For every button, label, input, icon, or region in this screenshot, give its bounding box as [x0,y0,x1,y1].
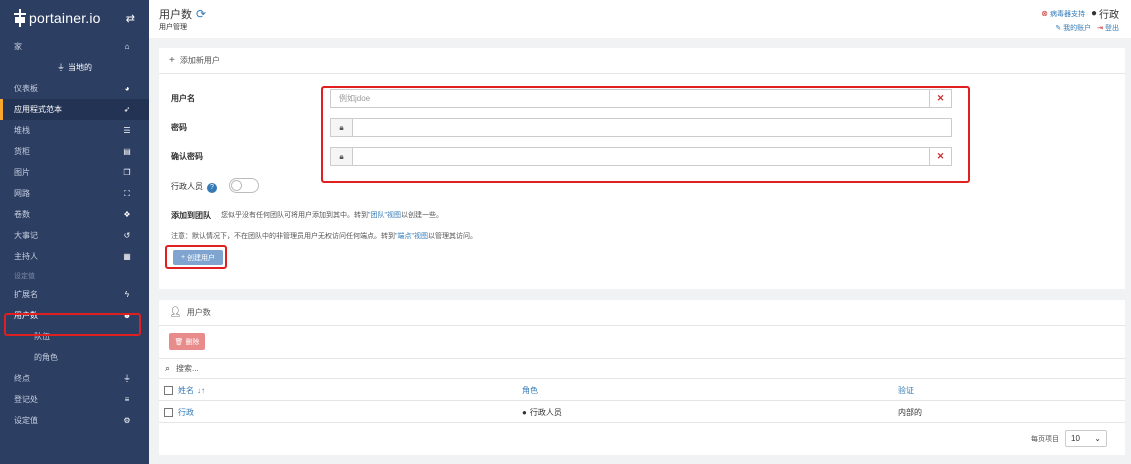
sidebar-item-endpoints[interactable]: 终点 ⏚ [0,368,149,389]
sidebar-item-stacks[interactable]: 堆栈 ☰ [0,120,149,141]
endpoints-view-link[interactable]: "端点"视图 [395,233,428,240]
search-bar[interactable]: ⌕ 搜索... [159,358,1125,379]
list-icon: ☰ [123,126,131,135]
sidebar-item-containers[interactable]: 货柜 ▤ [0,141,149,162]
add-user-panel-header: + 添加新用户 [159,48,1125,74]
user-role: ● 行政人员 [522,407,562,417]
remove-button[interactable]: 🗑︎ 删除 [169,333,205,350]
team-note: 您似乎没有任何团队可将用户添加到其中。转到"团队"视图以创建一些。 [221,212,443,219]
sidebar-item-settings[interactable]: 设定值 ⚙ [0,410,149,431]
rocket-icon: ➶ [123,105,131,114]
column-header-role[interactable]: 角色 [522,385,898,396]
th-icon: ▦ [123,252,131,261]
user-auth: 内部的 [898,407,922,417]
sidebar-section-settings: 设定值 [14,272,35,280]
user-circle-icon: ● [522,407,527,417]
header-user-area: ⊗ 病毒器支持 ● 行政 ✎ 我的账户 ⇥ 登出 [1041,6,1119,33]
row-checkbox[interactable] [164,407,173,417]
select-all-checkbox[interactable] [164,385,173,395]
dashboard-icon: ◕ [124,84,130,93]
administrator-toggle[interactable] [229,178,259,193]
top-header: 用户数 ⟳ 用户管理 ⊗ 病毒器支持 ● 行政 ✎ 我的账户 ⇥ 登出 [149,0,1131,38]
cogs-icon: ⚙ [123,416,131,425]
bolt-icon: ϟ [124,290,130,299]
sign-out-icon: ⇥ [1097,25,1104,32]
plug-icon: ⏚ [57,63,65,72]
page-title: 用户数 ⟳ [159,7,207,21]
users-highlight-box [4,313,141,336]
sidebar-item-networks[interactable]: 网路 ⛶ [0,183,149,204]
sort-icon: ↓↑ [197,385,205,395]
button-highlight-box [165,245,227,269]
question-circle-icon[interactable]: ? [207,183,217,193]
clone-icon: ❐ [123,168,131,177]
plug-icon: ⏚ [123,374,131,383]
column-header-name[interactable]: 姓名 ↓↑ [178,385,522,396]
logo-text: portainer.io [29,10,101,26]
sidebar-item-host[interactable]: 主持人 ▦ [0,246,149,267]
sidebar-item-volumes[interactable]: 卷数 ❖ [0,204,149,225]
trash-icon: 🗑︎ [174,338,184,346]
add-to-team-label: 添加到团队 [171,211,211,220]
user-icon: 👤︎ [169,307,182,318]
user-name-link[interactable]: 行政 [178,407,522,418]
current-user: ● 行政 [1090,8,1119,21]
username-label: 用户名 [171,94,195,103]
password-label: 密码 [171,123,187,132]
sidebar-item-extensions[interactable]: 扩展名 ϟ [0,284,149,305]
confirm-password-label: 确认密码 [171,152,203,161]
exchange-icon[interactable]: ⇄ [126,12,135,25]
server-icon: ▤ [123,147,131,156]
my-account-link[interactable]: ✎ 我的账户 [1055,23,1091,33]
table-header: 姓名 ↓↑ 角色 验证 [159,380,1125,401]
search-icon: ⌕ [165,363,171,373]
administrator-label: 行政人员? [171,181,217,193]
pagination-controls: 每页项目 10 ⌄ [1031,430,1107,447]
environment-label: ⏚ 当地的 [57,63,92,72]
user-circle-icon: ● [1090,8,1097,19]
sidebar-item-app-templates[interactable]: 应用程式范本 ➶ [0,99,149,120]
sitemap-icon: ⛶ [124,188,130,198]
column-header-authentication[interactable]: 验证 [898,385,1125,396]
sidebar-item-dashboard[interactable]: 仪表板 ◕ [0,78,149,99]
times-circle-icon: ⊗ [1041,9,1048,18]
chevron-down-icon: ⌄ [1094,434,1101,443]
database-icon: ≡ [124,395,130,404]
search-input[interactable]: 搜索... [176,363,199,374]
plus-icon: + [169,55,175,66]
logout-link[interactable]: ⇥ 登出 [1097,23,1119,33]
portainer-logo-icon [14,9,26,27]
teams-view-link[interactable]: "团队"视图 [368,212,401,219]
breadcrumb: 用户管理 [159,24,187,31]
sidebar-item-registries[interactable]: 登记处 ≡ [0,389,149,410]
logo-row: portainer.io ⇄ [0,0,149,36]
wrench-icon: ✎ [1055,25,1062,32]
sidebar-subitem-roles[interactable]: 的角色 [0,347,149,368]
sidebar-item-home[interactable]: 家 ⌂ [0,36,149,57]
home-icon: ⌂ [124,42,130,51]
table-row: 行政 ● 行政人员 内部的 [159,402,1125,423]
endpoint-access-note: 注意：默认情况下，不在团队中的非管理员用户无权访问任何端点。转到"端点"视图以管… [171,233,477,240]
refresh-icon[interactable]: ⟳ [196,7,206,21]
sidebar-item-events[interactable]: 大事记 ↺ [0,225,149,246]
sidebar: portainer.io ⇄ 家 ⌂ ⏚ 当地的 仪表板 ◕ 应用程式范本 ➶ … [0,0,149,464]
logo[interactable]: portainer.io [14,9,101,27]
form-highlight-box [321,86,970,183]
sidebar-item-images[interactable]: 图片 ❐ [0,162,149,183]
page-size-select[interactable]: 10 ⌄ [1065,430,1107,447]
support-link[interactable]: ⊗ 病毒器支持 [1041,9,1085,19]
history-icon: ↺ [123,231,131,240]
sidebar-item-label: 家 [14,42,22,51]
add-user-panel: + 添加新用户 用户名 例如jdoe ✕ 密码 🔒︎ 确认密码 🔒︎ ✕ 行政人… [159,48,1125,289]
cubes-icon: ❖ [123,210,131,219]
toggle-knob [231,180,242,191]
users-panel-header: 👤︎ 用户数 [159,300,1125,326]
users-list-panel: 👤︎ 用户数 🗑︎ 删除 ⌕ 搜索... 姓名 ↓↑ 角色 验证 行政 ● 行政… [159,300,1125,455]
